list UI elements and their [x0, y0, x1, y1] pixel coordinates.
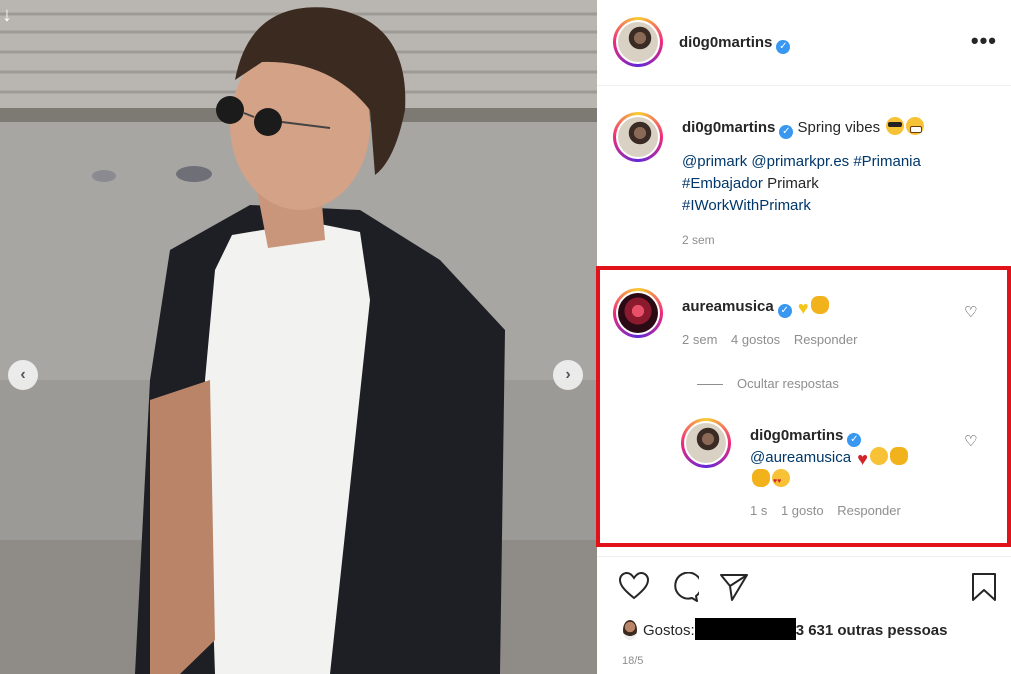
comment-likes[interactable]: 4 gostos	[731, 332, 780, 347]
reply-likes[interactable]: 1 gosto	[781, 503, 824, 518]
sunglasses-emoji-icon	[886, 117, 905, 135]
action-bar: Gostos: 3 631 outras pessoas 18/5	[597, 556, 1011, 674]
reply: di0g0martins ✓ @aureamusica ♥ 1 s 1 gosto…	[750, 425, 970, 518]
reply-button[interactable]: Responder	[837, 503, 901, 518]
chick-emoji-icon	[810, 296, 829, 314]
heart-eyes-emoji-icon	[772, 469, 790, 493]
hashtag-link[interactable]: #IWorkWithPrimark	[682, 197, 811, 214]
mention-link[interactable]: @primark	[682, 153, 747, 170]
comment-time: 2 sem	[682, 332, 718, 347]
mention-link[interactable]: @aureamusica	[750, 449, 851, 466]
hashtag-link[interactable]: #Primania	[853, 153, 921, 170]
chevron-right-icon[interactable]: ›	[553, 360, 583, 390]
heart-icon[interactable]	[619, 572, 649, 600]
verified-badge-icon: ✓	[776, 40, 791, 54]
reply-username[interactable]: di0g0martins	[750, 427, 843, 444]
chevron-left-icon[interactable]: ‹	[8, 360, 38, 390]
heart-icon[interactable]: ♡	[964, 303, 977, 321]
reply-button[interactable]: Responder	[794, 332, 858, 347]
avatar[interactable]	[613, 17, 663, 67]
post-header: di0g0martins ✓ •••	[597, 0, 1011, 86]
chick-emoji-icon	[752, 469, 770, 487]
bookmark-icon[interactable]	[971, 572, 997, 602]
hide-replies-button[interactable]: Ocultar respostas	[697, 376, 839, 391]
reply-time: 1 s	[750, 503, 768, 518]
share-icon[interactable]	[719, 572, 749, 602]
hashtag-link[interactable]: #Embajador	[682, 175, 763, 192]
yellow-heart-emoji-icon: ♥	[797, 298, 809, 318]
post-date: 18/5	[622, 655, 644, 667]
caption-word: Primark	[767, 175, 819, 192]
caption: di0g0martins ✓ Spring vibes @primark @pri…	[682, 117, 1002, 247]
post-panel: di0g0martins ✓ ••• di0g0martins ✓ Spring v…	[596, 0, 1011, 674]
download-arrow-icon[interactable]: ↓	[2, 4, 12, 27]
hide-replies-label: Ocultar respostas	[737, 376, 839, 391]
avatar[interactable]	[613, 288, 663, 338]
grimacing-emoji-icon	[906, 117, 925, 135]
comment: aureamusica ✓ ♥ 2 sem 4 gostos Responder	[682, 296, 857, 347]
verified-badge-icon: ✓	[779, 125, 794, 139]
post-photo: ↓ ‹ ›	[0, 0, 597, 674]
comment-username[interactable]: aureamusica	[682, 298, 774, 315]
likes-row: Gostos: 3 631 outras pessoas	[623, 618, 947, 640]
mention-link[interactable]: @primarkpr.es	[751, 153, 849, 170]
caption-text: Spring vibes	[797, 119, 881, 136]
caption-time: 2 sem	[682, 233, 715, 247]
heart-icon[interactable]: ♡	[964, 432, 977, 450]
comment-icon[interactable]	[669, 572, 699, 602]
likes-others[interactable]: 3 631 outras pessoas	[796, 622, 948, 639]
hatching-chick-emoji-icon	[869, 447, 888, 465]
verified-badge-icon: ✓	[847, 433, 862, 447]
avatar[interactable]	[681, 418, 731, 468]
more-options-icon[interactable]: •••	[971, 28, 997, 54]
avatar[interactable]	[623, 620, 637, 640]
verified-badge-icon: ✓	[777, 304, 792, 318]
caption-username[interactable]: di0g0martins	[682, 119, 775, 136]
likes-prefix: Gostos:	[643, 622, 695, 639]
chick-emoji-icon	[889, 447, 908, 465]
avatar[interactable]	[613, 112, 663, 162]
header-username[interactable]: di0g0martins	[679, 34, 772, 51]
red-heart-emoji-icon: ♥	[857, 449, 868, 469]
photo-scene	[0, 0, 597, 674]
redacted-name	[694, 618, 796, 640]
